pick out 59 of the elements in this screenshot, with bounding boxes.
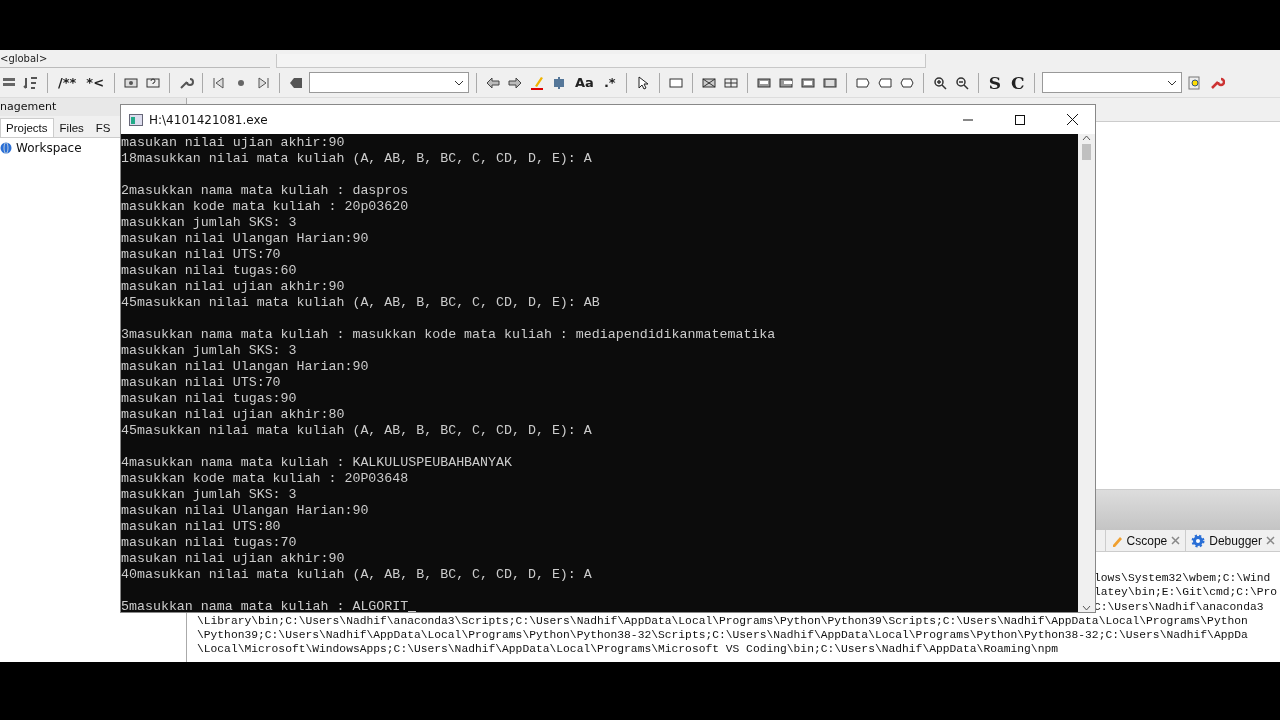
tree-item[interactable]: Workspace bbox=[0, 138, 82, 155]
toolbar-glyph[interactable]: *< bbox=[83, 75, 108, 90]
console-line: masukan nilai Ulangan Harian:90 bbox=[121, 359, 369, 375]
console-line: masukan nilai UTS:70 bbox=[121, 247, 281, 263]
console-line: masukan nilai tugas:60 bbox=[121, 263, 297, 279]
scroll-down-icon[interactable] bbox=[1082, 604, 1091, 612]
pencil-icon bbox=[1110, 534, 1123, 547]
close-icon[interactable] bbox=[1266, 536, 1275, 545]
console-line: masukkan kode mata kuliah : 20p03620 bbox=[121, 199, 409, 215]
scope-combo[interactable]: <global> bbox=[0, 52, 270, 68]
caret-icon bbox=[1167, 79, 1178, 86]
console-line: masukan nilai ujian akhir:80 bbox=[121, 407, 345, 423]
toolbar-glyph[interactable]: C bbox=[1007, 72, 1028, 93]
output-tab[interactable]: Cscope bbox=[1104, 530, 1186, 551]
console-line: 5masukkan nama mata kuliah : ALGORIT bbox=[121, 599, 409, 612]
console-line: masukan nilai tugas:70 bbox=[121, 535, 297, 551]
log-line: \Python39;C:\Users\Nadhif\AppData\Local\Programs\Python\Python38-32\Scripts;C:\Users\Nadhif\AppData\Local\Programs\Python\Python38-32;C:\Users\Nadhif\AppDa bbox=[197, 629, 1248, 642]
close-icon[interactable] bbox=[1171, 536, 1181, 545]
console-line: masukkan jumlah SKS: 3 bbox=[121, 215, 297, 231]
console-line: 40masukkan nilai mata kuliah (A, AB, B, BC, C, CD, D, E): A bbox=[121, 567, 592, 583]
console-line: masukan nilai UTS:70 bbox=[121, 375, 281, 391]
log-line: C:\Users\Nadhif\anaconda3 bbox=[1094, 600, 1264, 613]
console-line: masukkan jumlah SKS: 3 bbox=[121, 487, 297, 503]
console-line: masukan nilai Ulangan Harian:90 bbox=[121, 503, 369, 519]
console-line: 45masukkan nilai mata kuliah (A, AB, B, BC, C, CD, D, E): A bbox=[121, 423, 592, 439]
maximize-icon bbox=[1015, 114, 1025, 125]
scroll-up-icon[interactable] bbox=[1082, 134, 1091, 142]
console-line: masukan nilai tugas:90 bbox=[121, 391, 297, 407]
toolbar-glyph[interactable]: .* bbox=[600, 75, 619, 90]
symbol-combo[interactable] bbox=[1042, 72, 1183, 93]
console-line: 2masukkan nama mata kuliah : daspros bbox=[121, 183, 409, 199]
log-line: latey\bin;E:\Git\cmd;C:\Pro bbox=[1094, 586, 1278, 599]
search-combo[interactable] bbox=[309, 72, 470, 93]
console-line: masukan nilai ujian akhir:90 bbox=[121, 279, 345, 295]
close-icon bbox=[1066, 114, 1078, 125]
console-line: masukkan jumlah SKS: 3 bbox=[121, 343, 297, 359]
output-tab[interactable]: Debugger bbox=[1185, 530, 1280, 551]
gear-icon bbox=[1191, 533, 1206, 548]
log-line: \Local\Microsoft\WindowsApps;C:\Users\Nadhif\AppData\Local\Programs\Microsoft VS Coding\bin;C:\Users\Nadhif\AppData\Roaming\npm bbox=[197, 643, 1058, 656]
scroll-thumb[interactable] bbox=[1082, 144, 1091, 160]
console-line: masukan nilai UTS:80 bbox=[121, 519, 281, 535]
toolbar-glyph[interactable]: /** bbox=[55, 75, 80, 90]
caret-icon bbox=[454, 79, 465, 86]
toolbar-glyph[interactable]: S bbox=[985, 72, 1004, 93]
console-line: 45masukkan nilai mata kuliah (A, AB, B, BC, C, CD, D, E): AB bbox=[121, 295, 600, 311]
log-line: lows\System32\wbem;C:\Wind bbox=[1094, 572, 1271, 584]
globe-icon bbox=[0, 142, 12, 154]
console-line: masukan nilai ujian akhir:90 bbox=[121, 135, 345, 151]
console-line: masukan nilai Ulangan Harian:90 bbox=[121, 231, 369, 247]
console-line: masukkan kode mata kuliah : 20P03648 bbox=[121, 471, 409, 487]
console-line: 4masukkan nama mata kuliah : KALKULUSPEUBAHBANYAK bbox=[121, 455, 512, 471]
console-app-icon bbox=[129, 113, 143, 126]
console-line: 18masukkan nilai mata kuliah (A, AB, B, BC, C, CD, D, E): A bbox=[121, 151, 592, 167]
scrollbar[interactable] bbox=[1078, 134, 1095, 612]
toolbar-glyph[interactable]: Aa bbox=[572, 75, 597, 90]
panel-tab[interactable]: Projects bbox=[0, 118, 54, 137]
console-line: masukan nilai ujian akhir:90 bbox=[121, 551, 345, 567]
log-line: \Library\bin;C:\Users\Nadhif\anaconda3\Scripts;C:\Users\Nadhif\AppData\Local\Programs\Python\Python39\Scripts;C:\Users\Nadhif\AppData\Local\Programs\Python bbox=[197, 614, 1248, 627]
console-line: 3masukkan nama mata kuliah : masukkan kode mata kuliah : mediapendidikanmatematika bbox=[121, 327, 776, 343]
